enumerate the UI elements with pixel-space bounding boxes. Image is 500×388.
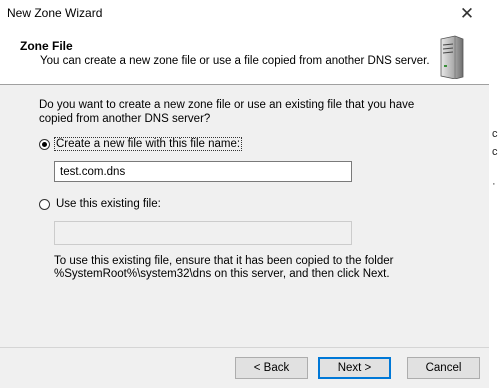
use-existing-file-option[interactable]: Use this existing file: <box>39 197 163 211</box>
window-title: New Zone Wizard <box>7 6 103 20</box>
wizard-footer: < Back Next > Cancel <box>0 347 489 388</box>
existing-file-note: To use this existing file, ensure that i… <box>54 255 394 280</box>
use-existing-file-label[interactable]: Use this existing file: <box>54 197 163 211</box>
create-new-file-radio[interactable] <box>39 138 50 150</box>
existing-file-input[interactable] <box>54 221 352 245</box>
page-title: Zone File <box>20 39 73 53</box>
next-button[interactable]: Next > <box>318 357 391 379</box>
wizard-content: Do you want to create a new zone file or… <box>0 85 489 347</box>
create-new-file-option[interactable]: Create a new file with this file name: <box>39 137 243 151</box>
close-icon: ✕ <box>459 4 475 23</box>
page-subtitle: You can create a new zone file or use a … <box>40 55 430 67</box>
back-button[interactable]: < Back <box>235 357 308 379</box>
new-file-name-input[interactable] <box>54 161 352 182</box>
create-new-file-label[interactable]: Create a new file with this file name: <box>54 137 243 151</box>
question-text: Do you want to create a new zone file or… <box>39 99 415 125</box>
cancel-button[interactable]: Cancel <box>407 357 480 379</box>
background-window-fragment: · <box>492 178 496 190</box>
use-existing-file-radio[interactable] <box>39 198 50 210</box>
wizard-header: Zone File You can create a new zone file… <box>0 28 489 85</box>
title-bar: New Zone Wizard ✕ <box>0 0 489 28</box>
close-button[interactable]: ✕ <box>445 0 489 28</box>
server-icon <box>440 35 464 79</box>
background-window-fragment: c <box>492 146 498 158</box>
new-zone-wizard-window: New Zone Wizard ✕ Zone File You can crea… <box>0 0 489 388</box>
background-window-fragment: c <box>492 128 498 140</box>
